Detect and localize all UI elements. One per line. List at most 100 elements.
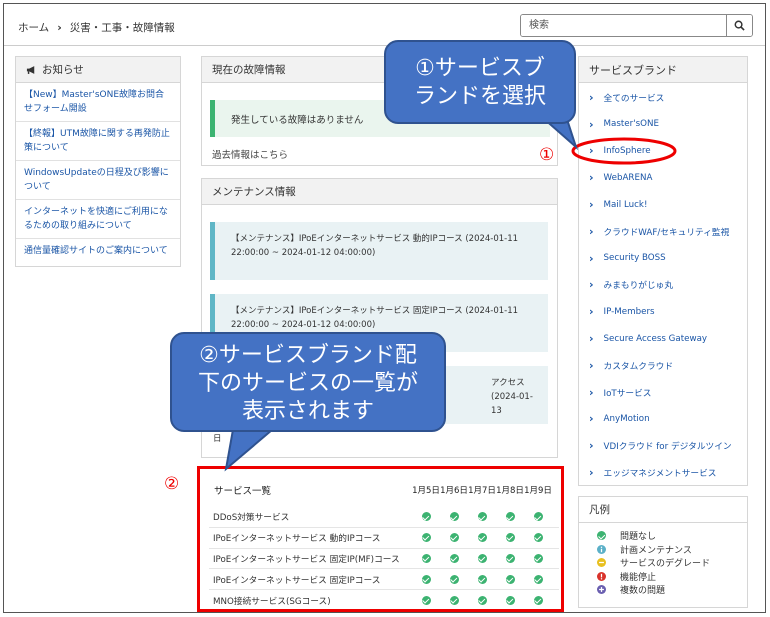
- brand-label: クラウドWAF/セキュリティ監視: [603, 227, 730, 238]
- breadcrumb: ホーム › 災害・工事・故障情報: [18, 20, 175, 35]
- plus-icon: [597, 585, 606, 595]
- maintenance-item-line1: 【メンテナンス】IPoEインターネットサービス 固定IPコース (2024-01…: [231, 306, 519, 316]
- legend-item: 問題なし: [579, 529, 747, 543]
- callout-2: ②サービスブランド配 下のサービスの一覧が 表示されます: [170, 332, 446, 432]
- brand-label: みまもりがじゅ丸: [603, 281, 674, 292]
- info-icon: [597, 544, 606, 554]
- chevron-right-icon: ›: [589, 385, 594, 399]
- brand-label: VDIクラウド for デジタルツイン: [603, 442, 732, 453]
- legend-label: 問題なし: [620, 532, 657, 543]
- chevron-right-icon: ›: [589, 198, 594, 212]
- notice-item[interactable]: 通信量確認サイトのご案内について: [16, 239, 180, 263]
- maintenance-title: メンテナンス情報: [212, 186, 296, 198]
- search-button[interactable]: [726, 15, 752, 36]
- maintenance-item-line2: 22:00:00 ~ 2024-01-12 04:00:00): [231, 320, 376, 330]
- callout-1-line1: ①サービスブ: [415, 56, 545, 81]
- search-icon: [734, 20, 745, 31]
- maintenance-item-line2: 22:00:00 ~ 2024-01-12 04:00:00): [231, 248, 376, 258]
- brand-item[interactable]: › Master'sONE: [579, 111, 747, 138]
- maintenance-clipped-text: 日: [213, 434, 222, 444]
- legend-item: 計画メンテナンス: [579, 543, 747, 557]
- fault-title: 現在の故障情報: [212, 64, 286, 76]
- chevron-right-icon: ›: [589, 332, 594, 346]
- maintenance-item-line1: 【メンテナンス】IPoEインターネットサービス 動的IPコース (2024-01…: [231, 234, 519, 244]
- maintenance-header: メンテナンス情報: [202, 179, 557, 205]
- chevron-right-icon: ›: [589, 278, 594, 292]
- ok-status-icon: [597, 531, 606, 541]
- chevron-right-icon: ›: [589, 171, 594, 185]
- brand-item[interactable]: › VDIクラウド for デジタルツイン: [579, 432, 747, 459]
- brand-label: 全てのサービス: [603, 93, 665, 104]
- notice-item[interactable]: インターネットを快適にご利用になるための取り組みについて: [16, 200, 180, 239]
- exclamation-icon: [597, 571, 606, 581]
- legend-label: 機能停止: [620, 572, 657, 583]
- notice-item[interactable]: 【New】Master'sONE故障お問合せフォーム開設: [16, 83, 180, 122]
- callout-1: ①サービスブ ランドを選択: [384, 40, 576, 124]
- chevron-right-icon: ›: [589, 466, 594, 480]
- breadcrumb-home[interactable]: ホーム: [18, 20, 49, 35]
- breadcrumb-current: 災害・工事・故障情報: [69, 22, 175, 34]
- brand-item[interactable]: › Mail Luck!: [579, 191, 747, 218]
- legend-label: 複数の問題: [620, 586, 666, 597]
- legend-label: サービスのデグレード: [620, 559, 711, 570]
- brand-label: Security BOSS: [603, 253, 666, 264]
- search-input[interactable]: [521, 15, 726, 36]
- past-info-link[interactable]: 過去情報はこちら: [212, 147, 288, 161]
- brand-label: IP-Members: [603, 306, 655, 317]
- brand-label: IoTサービス: [603, 388, 652, 399]
- highlight-ellipse: [571, 137, 677, 165]
- notices-title: お知らせ: [42, 64, 84, 76]
- chevron-right-icon: ›: [589, 90, 594, 104]
- callout-1-line2: ランドを選択: [413, 84, 546, 109]
- chevron-right-icon: ›: [589, 305, 594, 319]
- brand-item[interactable]: › エッジマネジメントサービス: [579, 459, 747, 486]
- brand-label: AnyMotion: [603, 413, 650, 424]
- highlight-box: [197, 466, 564, 612]
- brands-header: サービスブランド: [579, 57, 747, 83]
- brand-label: カスタムクラウド: [603, 361, 674, 372]
- minus-icon: [597, 558, 606, 568]
- brands-title: サービスブランド: [589, 63, 677, 77]
- notice-item[interactable]: 【終報】UTM故障に関する再発防止策について: [16, 122, 180, 161]
- legend-title: 凡例: [589, 504, 610, 516]
- legend-item: 複数の問題: [579, 583, 747, 597]
- step-marker-2: ②: [164, 474, 180, 494]
- callout-2-line2: 下のサービスの一覧が: [197, 371, 418, 396]
- notice-item[interactable]: WindowsUpdateの日程及び影響について: [16, 161, 180, 200]
- legend-label: 計画メンテナンス: [620, 545, 692, 556]
- breadcrumb-separator: ›: [57, 21, 62, 34]
- brand-item[interactable]: › IoTサービス: [579, 379, 747, 406]
- callout-2-line3: 表示されます: [241, 399, 374, 424]
- brand-label: Mail Luck!: [603, 199, 648, 210]
- brand-item[interactable]: › WebARENA: [579, 164, 747, 191]
- chevron-right-icon: ›: [589, 251, 594, 265]
- notices-panel: お知らせ 【New】Master'sONE故障お問合せフォーム開設 【終報】UT…: [15, 56, 181, 267]
- maintenance-item[interactable]: 【メンテナンス】IPoEインターネットサービス 動的IPコース (2024-01…: [210, 222, 548, 280]
- chevron-right-icon: ›: [589, 439, 594, 453]
- brand-item[interactable]: › 全てのサービス: [579, 84, 747, 111]
- fault-status: 発生している故障はありません: [231, 114, 364, 126]
- chevron-right-icon: ›: [589, 224, 594, 238]
- legend-item: 機能停止: [579, 570, 747, 584]
- brands-panel: サービスブランド › 全てのサービス › Master'sONE › InfoSphe…: [578, 56, 748, 486]
- screenshot-frame: ホーム › 災害・工事・故障情報 お知らせ 【New】Master'sONE故障…: [3, 3, 766, 613]
- brand-item[interactable]: › Security BOSS: [579, 245, 747, 272]
- search-bar: [520, 14, 753, 37]
- brand-item[interactable]: › クラウドWAF/セキュリティ監視: [579, 218, 747, 245]
- notices-header: お知らせ: [16, 57, 180, 83]
- chevron-right-icon: ›: [589, 358, 594, 372]
- chevron-right-icon: ›: [589, 412, 594, 426]
- legend-header: 凡例: [579, 497, 747, 523]
- brand-label: Secure Access Gateway: [603, 333, 708, 344]
- brand-item[interactable]: › IP-Members: [579, 298, 747, 325]
- brand-item[interactable]: › AnyMotion: [579, 406, 747, 433]
- brand-label: エッジマネジメントサービス: [603, 469, 717, 480]
- legend-list: 問題なし 計画メンテナンス サービスのデグレード 機能停止 複数の問題: [579, 523, 747, 597]
- brand-item[interactable]: › Secure Access Gateway: [579, 325, 747, 352]
- notices-list: 【New】Master'sONE故障お問合せフォーム開設 【終報】UTM故障に関…: [16, 83, 180, 263]
- megaphone-icon: [26, 65, 35, 74]
- brand-item[interactable]: › カスタムクラウド: [579, 352, 747, 379]
- brand-label: Master'sONE: [603, 119, 659, 130]
- legend-panel: 凡例 問題なし 計画メンテナンス サービスのデグレード 機能停止 複数の問題: [578, 496, 748, 608]
- brand-item[interactable]: › みまもりがじゅ丸: [579, 272, 747, 299]
